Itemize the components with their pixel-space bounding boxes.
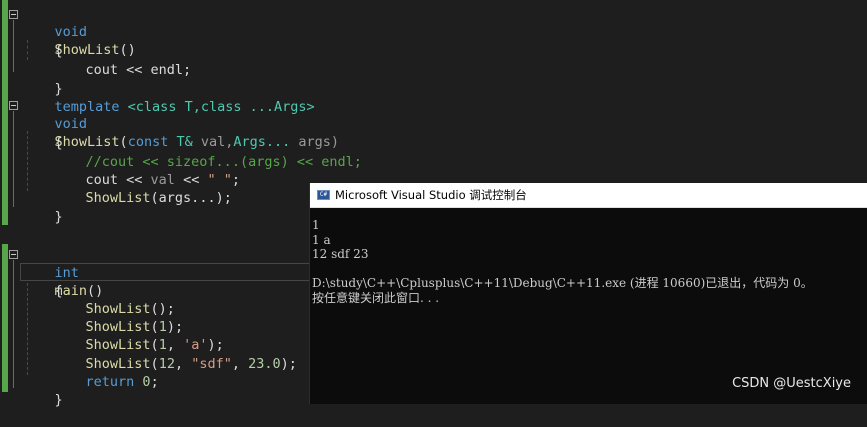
code-line[interactable]: ShowList(12, "sdf", 23.0);: [53, 337, 297, 372]
code-text: ,: [231, 356, 249, 372]
code-line[interactable]: void ShowList(const T& val,Args... args): [22, 97, 340, 150]
console-line: 12 sdf 23: [312, 247, 369, 261]
code-line[interactable]: {: [22, 264, 63, 299]
number-literal: 0: [134, 374, 151, 390]
debug-console-window[interactable]: C# Microsoft Visual Studio 调试控制台 1 1 a 1…: [309, 183, 867, 404]
code-line[interactable]: ShowList();: [53, 282, 175, 317]
change-marker: [2, 0, 8, 225]
code-line[interactable]: }: [22, 190, 63, 225]
collapse-icon[interactable]: [9, 10, 18, 19]
code-text: ;: [150, 374, 159, 390]
watermark: CSDN @UestcXiye: [732, 376, 851, 391]
code-line[interactable]: void ShowList(): [22, 5, 136, 58]
console-output[interactable]: 1 1 a 12 sdf 23 D:\study\C++\Cplusplus\C…: [312, 218, 862, 305]
change-marker: [2, 244, 8, 392]
collapse-icon[interactable]: [9, 101, 18, 110]
code-line[interactable]: {: [22, 116, 63, 151]
code-line[interactable]: ShowList(1);: [53, 300, 184, 335]
console-line: 按任意键关闭此窗口. . .: [312, 290, 440, 305]
fold-guide: [13, 260, 14, 388]
keyword: return: [85, 374, 135, 390]
code-line[interactable]: //cout << sizeof...(args) << endl;: [53, 135, 362, 170]
collapse-icon[interactable]: [9, 250, 18, 259]
number-literal: 12: [158, 356, 175, 372]
brace: }: [54, 209, 63, 225]
string-literal: "sdf": [191, 356, 232, 372]
fold-guide: [13, 20, 14, 72]
code-line[interactable]: }: [22, 62, 63, 97]
function-name: ShowList: [85, 190, 151, 206]
code-text: << endl;: [118, 62, 192, 78]
code-line[interactable]: template <class T,class ...Args>: [22, 80, 315, 115]
code-text: (args...);: [150, 190, 232, 206]
console-line: 1 a: [312, 232, 331, 247]
fold-guide: [13, 111, 14, 207]
brace: }: [54, 392, 63, 408]
console-line: D:\study\C++\Cplusplus\C++11\Debug\C++11…: [312, 276, 813, 290]
code-line[interactable]: int main(): [22, 246, 104, 299]
console-app-icon: C#: [317, 190, 330, 200]
code-text: ,: [174, 356, 192, 372]
console-line: 1: [312, 218, 320, 232]
code-line[interactable]: }: [22, 373, 63, 408]
code-line[interactable]: cout << endl;: [53, 43, 192, 78]
code-text: );: [280, 356, 297, 372]
code-text: ;: [231, 172, 240, 188]
console-title: Microsoft Visual Studio 调试控制台: [335, 188, 527, 202]
console-titlebar[interactable]: C# Microsoft Visual Studio 调试控制台: [310, 183, 867, 208]
code-line[interactable]: ShowList(1, 'a');: [53, 318, 224, 353]
identifier: cout: [85, 62, 119, 78]
number-literal: 23.0: [248, 356, 281, 372]
code-line[interactable]: cout << val << " ";: [53, 153, 240, 188]
code-line[interactable]: ShowList(args...);: [53, 171, 232, 206]
code-line[interactable]: return 0;: [53, 355, 159, 390]
code-line[interactable]: {: [22, 24, 63, 59]
